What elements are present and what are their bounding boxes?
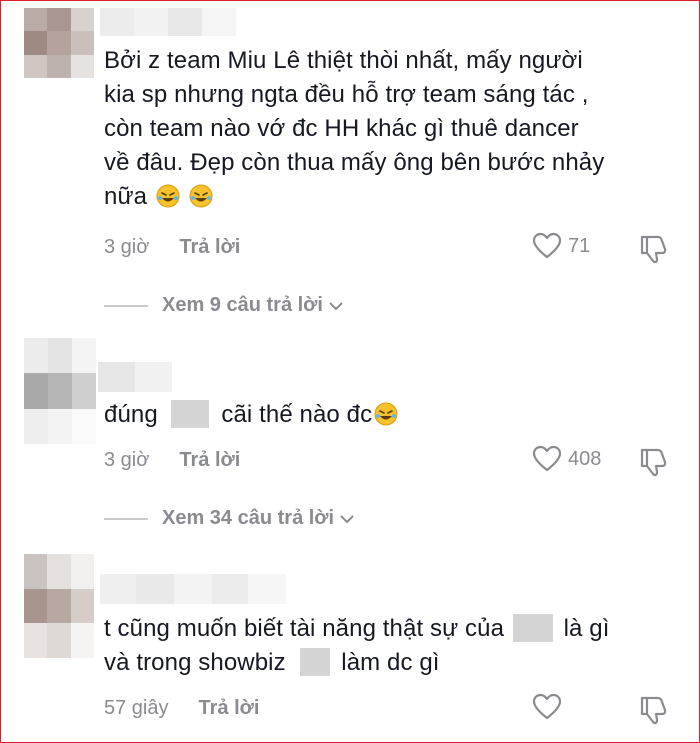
redacted-name xyxy=(300,647,331,676)
comment-text: đúng cãi thế nào đc xyxy=(104,398,684,432)
comment-line-last: nữa xyxy=(104,180,684,214)
comment-text-part: là gì xyxy=(563,615,610,642)
comment-text-part: và trong showbiz xyxy=(104,649,286,676)
reply-button[interactable]: Trả lời xyxy=(199,697,260,720)
comment-line: về đâu. Đẹp còn thua mấy ông bên bước nh… xyxy=(104,149,605,176)
heart-outline-icon xyxy=(532,693,562,720)
avatar[interactable] xyxy=(24,338,96,444)
timestamp: 3 giờ xyxy=(104,449,150,471)
like-button[interactable]: 408 xyxy=(532,445,601,473)
comment-line: kia sp nhưng ngta đều hỗ trợ team sáng t… xyxy=(104,81,589,108)
thumbs-down-icon[interactable] xyxy=(638,695,670,725)
view-replies-label: Xem 9 câu trả lời xyxy=(162,294,323,316)
thumbs-down-icon[interactable] xyxy=(638,447,670,477)
username-blurred[interactable] xyxy=(100,8,236,36)
laugh-emoji-icon xyxy=(374,402,398,426)
chevron-down-icon xyxy=(329,301,343,310)
chevron-down-icon xyxy=(340,514,354,523)
comment-meta: 3 giờ Trả lời xyxy=(104,236,240,259)
avatar[interactable] xyxy=(24,8,94,78)
like-count: 408 xyxy=(568,447,602,470)
heart-outline-icon xyxy=(532,445,562,472)
comment-text-part: t cũng muốn biết tài năng thật sự của xyxy=(104,615,505,642)
like-button[interactable] xyxy=(532,693,568,721)
comment-text-part: làm dc gì xyxy=(341,649,440,676)
redacted-name xyxy=(170,399,209,428)
like-button[interactable]: 71 xyxy=(532,232,590,260)
view-replies-button[interactable]: Xem 34 câu trả lời xyxy=(104,507,356,530)
heart-outline-icon xyxy=(532,232,562,259)
laugh-emoji-icon xyxy=(189,184,213,208)
timestamp: 57 giây xyxy=(104,697,169,719)
divider xyxy=(104,517,148,520)
comment-text: Bởi z team Miu Lê thiệt thòi nhất, mấy n… xyxy=(104,44,684,214)
comment-line: nữa xyxy=(104,183,148,210)
comment-text-part: cãi thế nào đc xyxy=(221,401,373,428)
comment-line: còn team nào vớ đc HH khác gì thuê dance… xyxy=(104,115,579,142)
username-blurred[interactable] xyxy=(98,362,172,392)
divider xyxy=(104,304,148,307)
comment-line: Bởi z team Miu Lê thiệt thòi nhất, mấy n… xyxy=(104,47,583,74)
comment-meta: 3 giờ Trả lời xyxy=(104,449,240,472)
redacted-name xyxy=(512,613,553,642)
laugh-emoji-icon xyxy=(156,184,180,208)
view-replies-button[interactable]: Xem 9 câu trả lời xyxy=(104,294,345,317)
like-count: 71 xyxy=(568,234,591,257)
thumbs-down-icon[interactable] xyxy=(638,234,670,264)
view-replies-label: Xem 34 câu trả lời xyxy=(162,507,335,529)
comment-text: t cũng muốn biết tài năng thật sự của là… xyxy=(104,612,684,680)
username-blurred[interactable] xyxy=(100,574,286,604)
comment-meta: 57 giây Trả lời xyxy=(104,697,259,720)
reply-button[interactable]: Trả lời xyxy=(179,449,240,472)
comment-text-part: đúng xyxy=(104,401,158,428)
avatar[interactable] xyxy=(24,554,94,658)
timestamp: 3 giờ xyxy=(104,236,150,258)
reply-button[interactable]: Trả lời xyxy=(179,236,240,259)
